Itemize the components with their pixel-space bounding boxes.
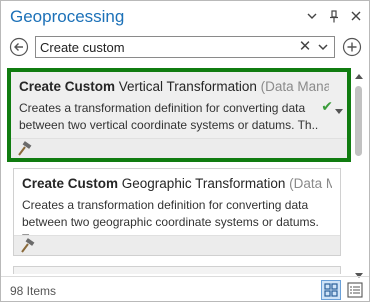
- result-title: Create Custom Geographic Transformation …: [22, 176, 332, 191]
- close-icon[interactable]: [349, 9, 363, 23]
- scroll-thumb[interactable]: [355, 86, 362, 156]
- results-scrollbar[interactable]: [353, 64, 365, 278]
- search-toolbar: ✕: [1, 34, 369, 62]
- result-title-match: Create Custom: [22, 176, 119, 191]
- checkmark-icon: ✔: [321, 98, 333, 114]
- list-view-icon[interactable]: [345, 280, 365, 300]
- status-bar: 98 Items: [1, 276, 369, 302]
- result-card[interactable]: Create Custom Geographic Transformation …: [13, 168, 341, 256]
- chevron-down-icon[interactable]: [335, 102, 343, 114]
- result-description: Creates a transformation definition for …: [19, 101, 319, 132]
- result-title-rest: Vertical Transformation: [115, 79, 257, 94]
- hammer-icon: [17, 141, 33, 157]
- scroll-down-icon[interactable]: [355, 266, 363, 278]
- title-bar-controls: [305, 9, 363, 23]
- result-title-rest: Geographic Transformation: [118, 176, 286, 191]
- add-icon[interactable]: [342, 37, 362, 57]
- result-card-footer: [11, 138, 347, 158]
- geoprocessing-pane: Geoprocessing ✕: [0, 0, 370, 302]
- scroll-up-icon[interactable]: [355, 66, 363, 79]
- search-input[interactable]: [40, 38, 290, 56]
- pane-title: Geoprocessing: [10, 7, 125, 26]
- result-card-body: Create Custom Geographic Transformation …: [14, 169, 340, 246]
- results-list: Create Custom Vertical Transformation (D…: [1, 64, 369, 274]
- item-count: 98 Items: [10, 284, 57, 298]
- hammer-icon: [20, 238, 36, 254]
- result-card[interactable]: Create Custom Vertical Transformation (D…: [7, 68, 351, 162]
- result-card-partial[interactable]: [13, 266, 341, 274]
- dropdown-icon[interactable]: [316, 40, 330, 54]
- result-title: Create Custom Vertical Transformation (D…: [19, 79, 329, 94]
- result-toolbox: (Data Mana...: [260, 79, 329, 94]
- chevron-down-icon[interactable]: [305, 9, 319, 23]
- result-toolbox: (Data Mana...: [289, 176, 332, 191]
- pane-title-bar: Geoprocessing: [1, 1, 369, 33]
- clear-icon[interactable]: ✕: [298, 38, 312, 56]
- result-card-footer: [14, 235, 340, 255]
- back-arrow-icon[interactable]: [9, 37, 29, 57]
- result-card-body: Create Custom Vertical Transformation (D…: [11, 72, 347, 138]
- pin-icon[interactable]: [327, 9, 341, 23]
- search-box: ✕: [35, 36, 335, 58]
- result-title-match: Create Custom: [19, 79, 116, 94]
- tile-view-icon[interactable]: [321, 280, 341, 300]
